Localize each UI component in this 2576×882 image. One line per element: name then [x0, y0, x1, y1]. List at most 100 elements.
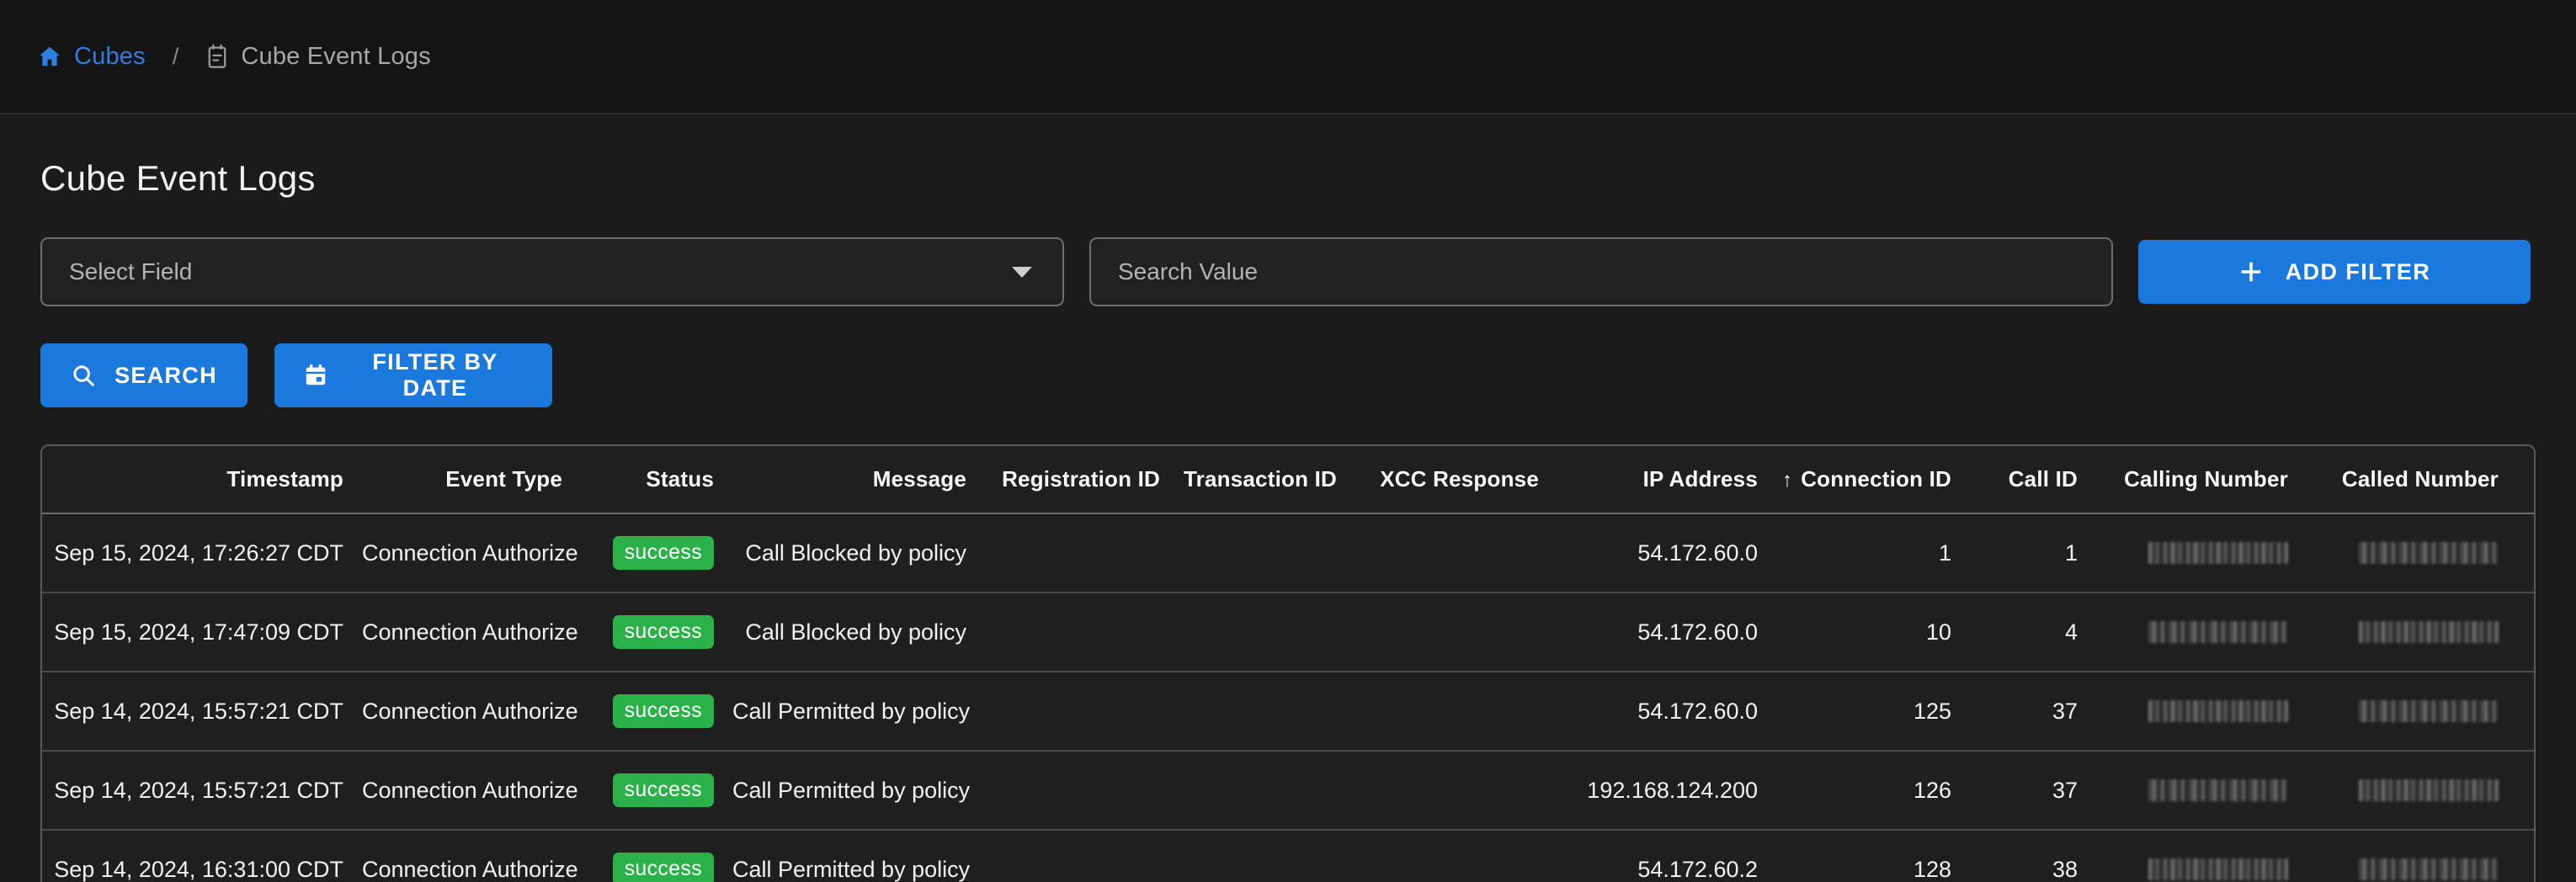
breadcrumb: Cubes / Cube Event Logs: [37, 43, 431, 71]
cell-call-id: 37: [1970, 751, 2096, 831]
cell-event-type: Connection Authorize: [362, 592, 581, 672]
cell-connection-id: 128: [1776, 830, 1970, 882]
redacted-called-number: [2359, 858, 2499, 880]
redacted-calling-number: [2148, 779, 2288, 801]
cell-registration-id: [985, 751, 1179, 831]
cell-transaction-id: [1179, 672, 1355, 752]
table-row[interactable]: Sep 15, 2024, 17:26:27 CDT Connection Au…: [42, 513, 2534, 593]
column-header-ip-address[interactable]: IP Address: [1557, 446, 1776, 514]
chevron-down-icon[interactable]: [1012, 266, 1032, 278]
cell-registration-id: [985, 592, 1179, 672]
cell-status: success: [581, 751, 732, 831]
cell-calling-number: [2096, 513, 2307, 593]
cell-call-id: 38: [1970, 830, 2096, 882]
cell-message: Call Permitted by policy: [732, 830, 985, 882]
cell-timestamp: Sep 14, 2024, 15:57:21 CDT: [42, 672, 362, 752]
home-icon[interactable]: [37, 44, 62, 69]
cell-message: Call Blocked by policy: [732, 592, 985, 672]
cell-event-type: Connection Authorize: [362, 751, 581, 831]
cell-event-type: Connection Authorize: [362, 513, 581, 593]
column-header-called-number[interactable]: Called Number: [2307, 446, 2517, 514]
column-header-calling-number[interactable]: Calling Number: [2096, 446, 2307, 514]
search-button[interactable]: SEARCH: [40, 343, 247, 407]
event-log-icon: [205, 44, 229, 69]
cell-called-number: [2307, 751, 2517, 831]
column-header-call-id[interactable]: Call ID: [1970, 446, 2096, 514]
cell-calling-number: [2096, 592, 2307, 672]
cell-call-id: 37: [1970, 672, 2096, 752]
action-buttons-row: SEARCH FILTER BY DATE: [40, 343, 2536, 407]
cell-xcc-d: [2517, 830, 2534, 882]
table-header: Timestamp Event Type Status Message Regi…: [42, 446, 2534, 514]
event-logs-table: Timestamp Event Type Status Message Regi…: [42, 446, 2534, 882]
cell-calling-number: [2096, 672, 2307, 752]
plus-icon: [2238, 259, 2264, 284]
column-header-transaction-id[interactable]: Transaction ID: [1179, 446, 1355, 514]
redacted-called-number: [2359, 621, 2499, 643]
status-badge: success: [612, 773, 714, 807]
cell-message: Call Permitted by policy: [732, 751, 985, 831]
search-icon: [71, 363, 96, 388]
cell-transaction-id: [1179, 513, 1355, 593]
cell-connection-id: 1: [1776, 513, 1970, 593]
cell-called-number: [2307, 672, 2517, 752]
column-header-connection-id[interactable]: ↑ Connection ID: [1776, 446, 1970, 514]
search-value-input[interactable]: Search Value: [1089, 237, 2113, 306]
column-header-registration-id[interactable]: Registration ID: [985, 446, 1179, 514]
event-logs-table-container[interactable]: Timestamp Event Type Status Message Regi…: [40, 444, 2536, 882]
cell-xcc-response: [1355, 513, 1557, 593]
column-header-event-type[interactable]: Event Type: [362, 446, 581, 514]
cell-connection-id: 125: [1776, 672, 1970, 752]
table-row[interactable]: Sep 14, 2024, 15:57:21 CDT Connection Au…: [42, 672, 2534, 752]
redacted-called-number: [2359, 700, 2499, 722]
add-filter-button[interactable]: ADD FILTER: [2138, 240, 2531, 304]
cell-xcc-response: [1355, 592, 1557, 672]
cell-event-type: Connection Authorize: [362, 830, 581, 882]
column-header-xcc-response[interactable]: XCC Response: [1355, 446, 1557, 514]
search-button-label: SEARCH: [114, 362, 217, 388]
cell-xcc-d: [2517, 751, 2534, 831]
redacted-calling-number: [2148, 858, 2288, 880]
cell-xcc-d: [2517, 592, 2534, 672]
page-content: Cube Event Logs Select Field Search Valu…: [0, 114, 2576, 882]
cell-registration-id: [985, 830, 1179, 882]
cell-xcc-response: [1355, 751, 1557, 831]
redacted-calling-number: [2148, 542, 2288, 564]
cell-message: Call Blocked by policy: [732, 513, 985, 593]
column-header-message[interactable]: Message: [732, 446, 985, 514]
table-row[interactable]: Sep 15, 2024, 17:47:09 CDT Connection Au…: [42, 592, 2534, 672]
cell-called-number: [2307, 830, 2517, 882]
cell-registration-id: [985, 513, 1179, 593]
column-header-status[interactable]: Status: [581, 446, 732, 514]
calendar-icon: [303, 363, 328, 388]
cell-timestamp: Sep 15, 2024, 17:26:27 CDT: [42, 513, 362, 593]
redacted-called-number: [2359, 542, 2499, 564]
cell-xcc-response: [1355, 830, 1557, 882]
cell-call-id: 1: [1970, 513, 2096, 593]
cell-timestamp: Sep 14, 2024, 16:31:00 CDT: [42, 830, 362, 882]
cell-xcc-d: [2517, 513, 2534, 593]
column-header-xcc-d[interactable]: XCC D: [2517, 446, 2534, 514]
table-row[interactable]: Sep 14, 2024, 15:57:21 CDT Connection Au…: [42, 751, 2534, 831]
status-badge: success: [612, 615, 714, 649]
cell-status: success: [581, 513, 732, 593]
select-field-dropdown[interactable]: Select Field: [40, 237, 1064, 306]
cell-called-number: [2307, 513, 2517, 593]
cell-ip-address: 54.172.60.0: [1557, 592, 1776, 672]
cell-transaction-id: [1179, 751, 1355, 831]
cell-transaction-id: [1179, 592, 1355, 672]
breadcrumb-link-cubes[interactable]: Cubes: [74, 43, 146, 71]
filter-by-date-button[interactable]: FILTER BY DATE: [274, 343, 552, 407]
breadcrumb-bar: Cubes / Cube Event Logs: [0, 0, 2576, 114]
table-row[interactable]: Sep 14, 2024, 16:31:00 CDT Connection Au…: [42, 830, 2534, 882]
cell-connection-id: 126: [1776, 751, 1970, 831]
page-title: Cube Event Logs: [40, 158, 316, 198]
cell-registration-id: [985, 672, 1179, 752]
cell-status: success: [581, 592, 732, 672]
table-header-row: Timestamp Event Type Status Message Regi…: [42, 446, 2534, 514]
cell-timestamp: Sep 15, 2024, 17:47:09 CDT: [42, 592, 362, 672]
redacted-called-number: [2359, 779, 2499, 801]
column-header-timestamp[interactable]: Timestamp: [42, 446, 362, 514]
sort-ascending-icon: ↑: [1781, 469, 1793, 491]
cell-calling-number: [2096, 751, 2307, 831]
